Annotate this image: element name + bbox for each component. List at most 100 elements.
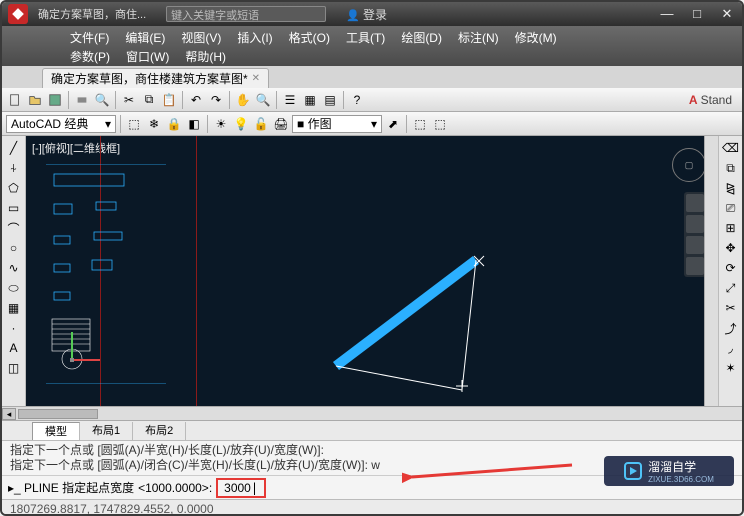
menu-insert[interactable]: 插入(I) [229,28,280,46]
zoom-icon[interactable]: 🔍 [254,91,272,109]
nav-pan-icon[interactable] [686,215,704,233]
tool-palettes-icon[interactable]: ▤ [321,91,339,109]
coordinates: 1807269.8817, 1747829.4552, 0.0000 [10,502,214,516]
offset-icon[interactable]: ⎚ [723,200,739,216]
nav-zoom-icon[interactable] [686,236,704,254]
copy2-icon[interactable]: ⧉ [723,160,739,176]
layer-color-icon[interactable]: ◧ [185,115,203,133]
scroll-left-icon[interactable]: ◂ [2,408,16,420]
region-icon[interactable]: ◫ [6,360,22,376]
tab-layout1[interactable]: 布局1 [80,422,133,440]
menu-format[interactable]: 格式(O) [281,28,338,46]
menu-tools[interactable]: 工具(T) [338,28,393,46]
misc-2-icon[interactable]: ⬚ [431,115,449,133]
menu-file[interactable]: 文件(F) [62,28,117,46]
rotate-icon[interactable]: ⟳ [723,260,739,276]
menu-dimension[interactable]: 标注(N) [450,28,507,46]
cmd-arrow-icon: ▸_ [8,481,21,495]
login-link[interactable]: 👤 登录 [346,6,387,23]
menu-edit[interactable]: 编辑(E) [117,28,173,46]
standard-toolbar: 🔍 ✂ ⧉ 📋 ↶ ↷ ✋ 🔍 ☰ ▦ ▤ ? A Stand [2,88,742,112]
search-input[interactable]: 键入关键字或短语 [166,6,326,22]
scale-icon[interactable]: ⤢ [723,280,739,296]
nav-bar [684,192,706,277]
layer-lock-icon[interactable]: 🔒 [165,115,183,133]
nav-orbit-icon[interactable] [686,257,704,275]
erase-icon[interactable]: ⌫ [723,140,739,156]
polygon-icon[interactable]: ⬠ [6,180,22,196]
bulb-icon[interactable]: 💡 [232,115,250,133]
nav-wheel-icon[interactable] [686,194,704,212]
new-icon[interactable] [6,91,24,109]
pline-icon[interactable]: ⍭ [6,160,22,176]
app-icon[interactable] [8,4,28,24]
document-tabs: 确定方案草图，商住楼建筑方案草图* ✕ [2,66,742,88]
ellipse-icon[interactable]: ⬭ [6,280,22,296]
menu-draw[interactable]: 绘图(D) [393,28,450,46]
undo-icon[interactable]: ↶ [187,91,205,109]
open-icon[interactable] [26,91,44,109]
spline-icon[interactable]: ∿ [6,260,22,276]
tab-close-icon[interactable]: ✕ [252,73,260,84]
menu-parametric[interactable]: 参数(P) [62,47,118,65]
chevron-down-icon: ▾ [371,117,377,131]
move-icon[interactable]: ✥ [723,240,739,256]
cut-icon[interactable]: ✂ [120,91,138,109]
layer-dropdown[interactable]: ■ 作图▾ [292,115,382,133]
menu-help[interactable]: 帮助(H) [177,47,234,65]
tab-model[interactable]: 模型 [32,422,80,440]
workspace-dropdown[interactable]: AutoCAD 经典▾ [6,115,116,133]
menu-modify[interactable]: 修改(M) [507,28,565,46]
play-icon [624,462,642,480]
help-icon[interactable]: ? [348,91,366,109]
text-icon[interactable]: A [6,340,22,356]
tab-layout2[interactable]: 布局2 [133,422,186,440]
cmd-input[interactable]: 3000| [216,478,266,498]
scroll-thumb[interactable] [18,409,98,419]
redo-icon[interactable]: ↷ [207,91,225,109]
preview-icon[interactable]: 🔍 [93,91,111,109]
trim-icon[interactable]: ✂ [723,300,739,316]
line-icon[interactable]: ╱ [6,140,22,156]
pan-icon[interactable]: ✋ [234,91,252,109]
print-icon[interactable] [73,91,91,109]
layer-freeze-icon[interactable]: ❄ [145,115,163,133]
chevron-down-icon: ▾ [105,117,111,131]
scrollbar-vertical[interactable] [704,136,718,406]
cmd-prompt: PLINE 指定起点宽度 <1000.0000>: [24,479,212,496]
explode-icon[interactable]: ✶ [723,360,739,376]
extend-icon[interactable]: ⤴ [723,320,739,336]
plot-icon[interactable]: 🖨 [272,115,290,133]
lock2-icon[interactable]: 🔓 [252,115,270,133]
layout-tabs: 模型 布局1 布局2 [2,420,742,440]
sun-icon[interactable]: ☀ [212,115,230,133]
modify-toolbar: ⌫ ⧉ ⧎ ⎚ ⊞ ✥ ⟳ ⤢ ✂ ⤴ ◞ ✶ [718,136,742,406]
close-button[interactable]: ✕ [712,3,742,25]
save-icon[interactable] [46,91,64,109]
properties-icon[interactable]: ☰ [281,91,299,109]
hatch-icon[interactable]: ▦ [6,300,22,316]
layer-match-icon[interactable]: ⬈ [384,115,402,133]
window-title: 确定方案草图，商住... [38,6,146,22]
point-icon[interactable]: · [6,320,22,336]
document-tab[interactable]: 确定方案草图，商住楼建筑方案草图* ✕ [42,68,269,88]
design-center-icon[interactable]: ▦ [301,91,319,109]
array-icon[interactable]: ⊞ [723,220,739,236]
viewport-label[interactable]: [-][俯视][二维线框] [32,140,120,156]
menu-window[interactable]: 窗口(W) [118,47,177,65]
scrollbar-horizontal[interactable]: ◂ [2,406,742,420]
misc-1-icon[interactable]: ⬚ [411,115,429,133]
fillet-icon[interactable]: ◞ [723,340,739,356]
layer-props-icon[interactable]: ⬚ [125,115,143,133]
maximize-button[interactable]: □ [682,3,712,25]
arc-icon[interactable]: ⌒ [6,220,22,236]
circle-icon[interactable]: ○ [6,240,22,256]
minimize-button[interactable]: — [652,3,682,25]
viewcube[interactable]: ▢ [672,148,706,182]
menu-view[interactable]: 视图(V) [173,28,229,46]
copy-icon[interactable]: ⧉ [140,91,158,109]
paste-icon[interactable]: 📋 [160,91,178,109]
mirror-icon[interactable]: ⧎ [723,180,739,196]
drawing-canvas[interactable]: [-][俯视][二维线框] [26,136,718,406]
rect-icon[interactable]: ▭ [6,200,22,216]
